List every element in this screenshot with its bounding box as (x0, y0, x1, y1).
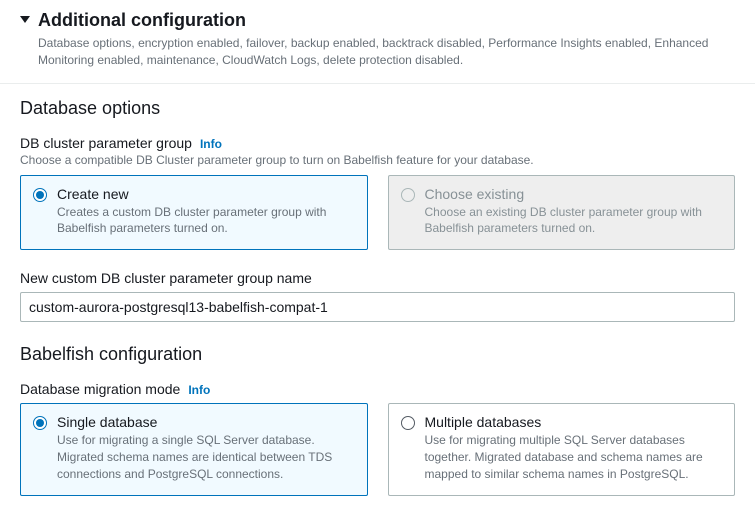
param-group-sublabel: Choose a compatible DB Cluster parameter… (20, 153, 735, 167)
custom-name-input[interactable] (20, 292, 735, 322)
param-group-tiles: Create new Creates a custom DB cluster p… (20, 175, 735, 251)
create-new-tile[interactable]: Create new Creates a custom DB cluster p… (20, 175, 368, 251)
multiple-databases-radio[interactable] (401, 416, 415, 430)
section-description: Database options, encryption enabled, fa… (0, 31, 755, 83)
choose-existing-title: Choose existing (425, 186, 723, 202)
migration-mode-label-row: Database migration mode Info (20, 381, 735, 397)
create-new-title: Create new (57, 186, 355, 202)
migration-mode-label: Database migration mode (20, 381, 180, 397)
caret-down-icon (20, 16, 30, 23)
param-group-info-link[interactable]: Info (200, 137, 222, 151)
choose-existing-body: Choose existing Choose an existing DB cl… (425, 186, 723, 238)
migration-mode-tiles: Single database Use for migrating a sing… (20, 403, 735, 495)
multiple-databases-desc: Use for migrating multiple SQL Server da… (425, 432, 723, 482)
multiple-databases-tile[interactable]: Multiple databases Use for migrating mul… (388, 403, 736, 495)
migration-mode-info-link[interactable]: Info (188, 383, 210, 397)
multiple-databases-title: Multiple databases (425, 414, 723, 430)
param-group-label: DB cluster parameter group (20, 135, 192, 151)
single-database-tile[interactable]: Single database Use for migrating a sing… (20, 403, 368, 495)
single-database-desc: Use for migrating a single SQL Server da… (57, 432, 355, 482)
create-new-desc: Creates a custom DB cluster parameter gr… (57, 204, 355, 238)
multiple-databases-body: Multiple databases Use for migrating mul… (425, 414, 723, 482)
create-new-body: Create new Creates a custom DB cluster p… (57, 186, 355, 238)
param-group-label-row: DB cluster parameter group Info (20, 135, 735, 151)
choose-existing-tile: Choose existing Choose an existing DB cl… (388, 175, 736, 251)
choose-existing-radio (401, 188, 415, 202)
database-options-heading: Database options (20, 98, 735, 119)
single-database-body: Single database Use for migrating a sing… (57, 414, 355, 482)
choose-existing-desc: Choose an existing DB cluster parameter … (425, 204, 723, 238)
section-header[interactable]: Additional configuration (0, 0, 755, 31)
babelfish-heading: Babelfish configuration (20, 344, 735, 365)
create-new-radio[interactable] (33, 188, 47, 202)
custom-name-label: New custom DB cluster parameter group na… (20, 270, 735, 286)
section-title: Additional configuration (38, 10, 246, 31)
content-area: Database options DB cluster parameter gr… (0, 84, 755, 516)
single-database-radio[interactable] (33, 416, 47, 430)
single-database-title: Single database (57, 414, 355, 430)
